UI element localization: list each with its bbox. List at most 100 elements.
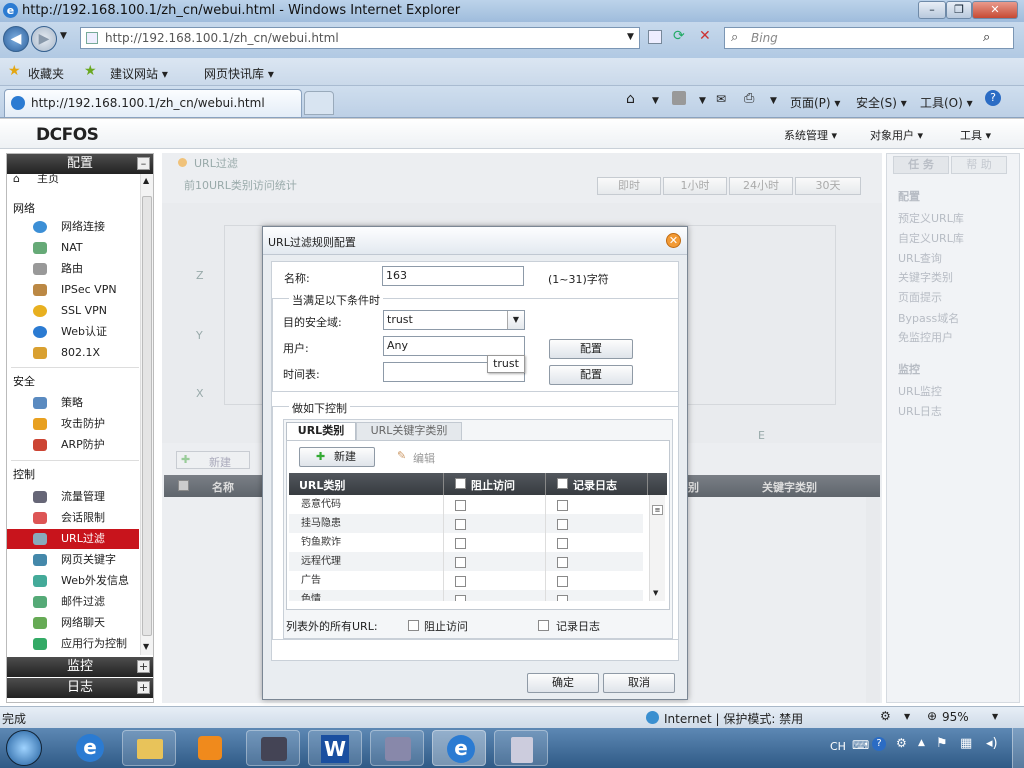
sidebar-monitor-header[interactable]: 监控 + xyxy=(7,657,153,677)
address-field[interactable]: http://192.168.100.1/zh_cn/webui.html ▼ xyxy=(80,27,640,49)
print-icon[interactable]: ⎙ xyxy=(744,91,754,106)
scroll-thumb[interactable] xyxy=(142,196,152,636)
close-window-button[interactable]: ✕ xyxy=(972,1,1018,19)
user-config-button[interactable]: 配置 xyxy=(549,339,633,359)
row-block-checkbox[interactable] xyxy=(455,500,466,511)
row-block-checkbox[interactable] xyxy=(455,538,466,549)
network-icon[interactable]: ▦ xyxy=(960,736,972,751)
tab-url-category[interactable]: URL类别 xyxy=(286,422,356,440)
sidebar-item-web-outbound[interactable]: Web外发信息 xyxy=(7,571,139,591)
rp-item-predefined-url[interactable]: 预定义URL库 xyxy=(898,210,964,226)
menu-objects[interactable]: 对象用户 ▾ xyxy=(870,127,923,143)
tools-menu[interactable]: 工具(O) ▾ xyxy=(920,94,973,111)
row-block-checkbox[interactable] xyxy=(455,576,466,587)
other-log-checkbox[interactable] xyxy=(538,620,549,631)
taskbar-app1-icon[interactable] xyxy=(246,730,300,766)
rp-item-url-log[interactable]: URL日志 xyxy=(898,403,942,419)
taskbar-ie-active-icon[interactable]: e xyxy=(432,730,486,766)
menu-tools[interactable]: 工具 ▾ xyxy=(960,127,991,143)
expand-icon[interactable]: + xyxy=(137,681,150,694)
time-24h-button[interactable]: 24小时 xyxy=(729,177,793,195)
sidebar-item-route[interactable]: 路由 xyxy=(7,259,139,279)
sidebar-item-mail-filter[interactable]: 邮件过滤 xyxy=(7,592,139,612)
start-button-icon[interactable] xyxy=(6,730,42,766)
zone-select[interactable]: trust ▼ xyxy=(383,310,525,330)
sidebar-item-traffic[interactable]: 流量管理 xyxy=(7,487,139,507)
rp-item-url-query[interactable]: URL查询 xyxy=(898,250,942,266)
sidebar-item-policy[interactable]: 策略 xyxy=(7,393,139,413)
sidebar-item-sslvpn[interactable]: SSL VPN xyxy=(7,301,139,321)
tray-expand-icon[interactable]: ▲ xyxy=(918,738,925,748)
block-all-checkbox[interactable] xyxy=(455,478,466,489)
minimize-button[interactable]: – xyxy=(918,1,946,19)
suggested-sites-link[interactable]: 建议网站 ▾ xyxy=(110,65,168,82)
sidebar-item-network-connection[interactable]: 网络连接 xyxy=(7,217,139,237)
forward-button[interactable]: ▶ xyxy=(31,26,57,52)
taskbar-word-icon[interactable]: W xyxy=(308,730,362,766)
sidebar-item-im[interactable]: 网络聊天 xyxy=(7,613,139,633)
new-tab-button[interactable] xyxy=(304,91,334,115)
sidebar-log-header[interactable]: 日志 + xyxy=(7,678,153,698)
zoom-dropdown-icon[interactable]: ▼ xyxy=(992,712,998,721)
edit-category-button[interactable]: ✎ 编辑 xyxy=(395,447,445,467)
zone-dropdown-icon[interactable]: ▼ xyxy=(507,311,524,329)
search-field[interactable]: ⌕ Bing ⌕ xyxy=(724,27,1014,49)
sidebar-scrollbar[interactable]: ▲ ▼ xyxy=(140,174,153,655)
time-realtime-button[interactable]: 即时 xyxy=(597,177,661,195)
scroll-down-icon[interactable]: ▼ xyxy=(143,642,149,651)
zoom-level[interactable]: 95% xyxy=(942,710,969,724)
name-input[interactable]: 163 xyxy=(382,266,524,286)
search-icon[interactable]: ⌕ xyxy=(983,30,990,45)
taskbar-app2-icon[interactable] xyxy=(370,730,424,766)
sidebar-item-home[interactable]: 主页 xyxy=(37,174,59,186)
address-dropdown-icon[interactable]: ▼ xyxy=(627,32,634,42)
zone-status[interactable]: Internet | 保护模式: 禁用 xyxy=(664,710,803,727)
favorites-button[interactable]: 收藏夹 xyxy=(28,65,64,82)
sidebar-item-session-limit[interactable]: 会话限制 xyxy=(7,508,139,528)
tab-url-keyword-category[interactable]: URL关键字类别 xyxy=(356,422,462,440)
user-input[interactable]: Any xyxy=(383,336,525,356)
rp-item-url-monitor[interactable]: URL监控 xyxy=(898,383,942,399)
sidebar-item-attack-defense[interactable]: 攻击防护 xyxy=(7,414,139,434)
row-log-checkbox[interactable] xyxy=(557,576,568,587)
zoom-icon[interactable]: ⊕ xyxy=(927,709,937,723)
expand-icon[interactable]: + xyxy=(137,660,150,673)
back-button[interactable]: ◀ xyxy=(3,26,29,52)
sidebar-item-web-keyword[interactable]: 网页关键字 xyxy=(7,550,139,570)
scroll-up-icon[interactable]: ▲ xyxy=(143,176,149,185)
page-menu[interactable]: 页面(P) ▾ xyxy=(790,94,840,111)
sidebar-item-app-control[interactable]: 应用行为控制 xyxy=(7,634,139,654)
select-all-checkbox[interactable] xyxy=(178,480,189,491)
safety-menu[interactable]: 安全(S) ▾ xyxy=(856,94,907,111)
taskbar-app3-icon[interactable] xyxy=(494,730,548,766)
row-log-checkbox[interactable] xyxy=(557,557,568,568)
taskbar-media-icon[interactable] xyxy=(184,730,238,766)
row-log-checkbox[interactable] xyxy=(557,595,568,601)
row-log-checkbox[interactable] xyxy=(557,519,568,530)
scroll-handle-icon[interactable]: ≡ xyxy=(652,505,663,515)
print-dropdown-icon[interactable]: ▼ xyxy=(770,96,777,106)
volume-icon[interactable]: ◂) xyxy=(986,736,998,751)
home-dropdown-icon[interactable]: ▼ xyxy=(652,96,659,106)
sidebar-item-arp[interactable]: ARP防护 xyxy=(7,435,139,455)
tab-tasks[interactable]: 任 务 xyxy=(893,156,949,174)
keyboard-icon[interactable]: ⌨ xyxy=(852,738,869,752)
log-all-checkbox[interactable] xyxy=(557,478,568,489)
home-icon[interactable]: ⌂ xyxy=(626,91,635,107)
row-log-checkbox[interactable] xyxy=(557,538,568,549)
compat-view-icon[interactable] xyxy=(648,30,662,44)
time-30d-button[interactable]: 30天 xyxy=(795,177,861,195)
sidebar-config-header[interactable]: 配置 – xyxy=(7,154,153,174)
table-scrollbar[interactable] xyxy=(866,497,880,703)
action-center-flag-icon[interactable]: ⚑ xyxy=(936,736,948,751)
taskbar-explorer-icon[interactable] xyxy=(122,730,176,766)
tab-help[interactable]: 帮 助 xyxy=(951,156,1007,174)
taskbar-ie-icon[interactable]: e xyxy=(62,730,116,766)
other-block-checkbox[interactable] xyxy=(408,620,419,631)
row-block-checkbox[interactable] xyxy=(455,519,466,530)
history-dropdown-icon[interactable]: ▼ xyxy=(60,31,67,41)
new-rule-button[interactable]: ✚ 新建 xyxy=(176,451,250,469)
help-icon[interactable]: ? xyxy=(985,90,1001,106)
tab-webui[interactable]: http://192.168.100.1/zh_cn/webui.html xyxy=(4,89,302,117)
sidebar-item-nat[interactable]: NAT xyxy=(7,238,139,258)
